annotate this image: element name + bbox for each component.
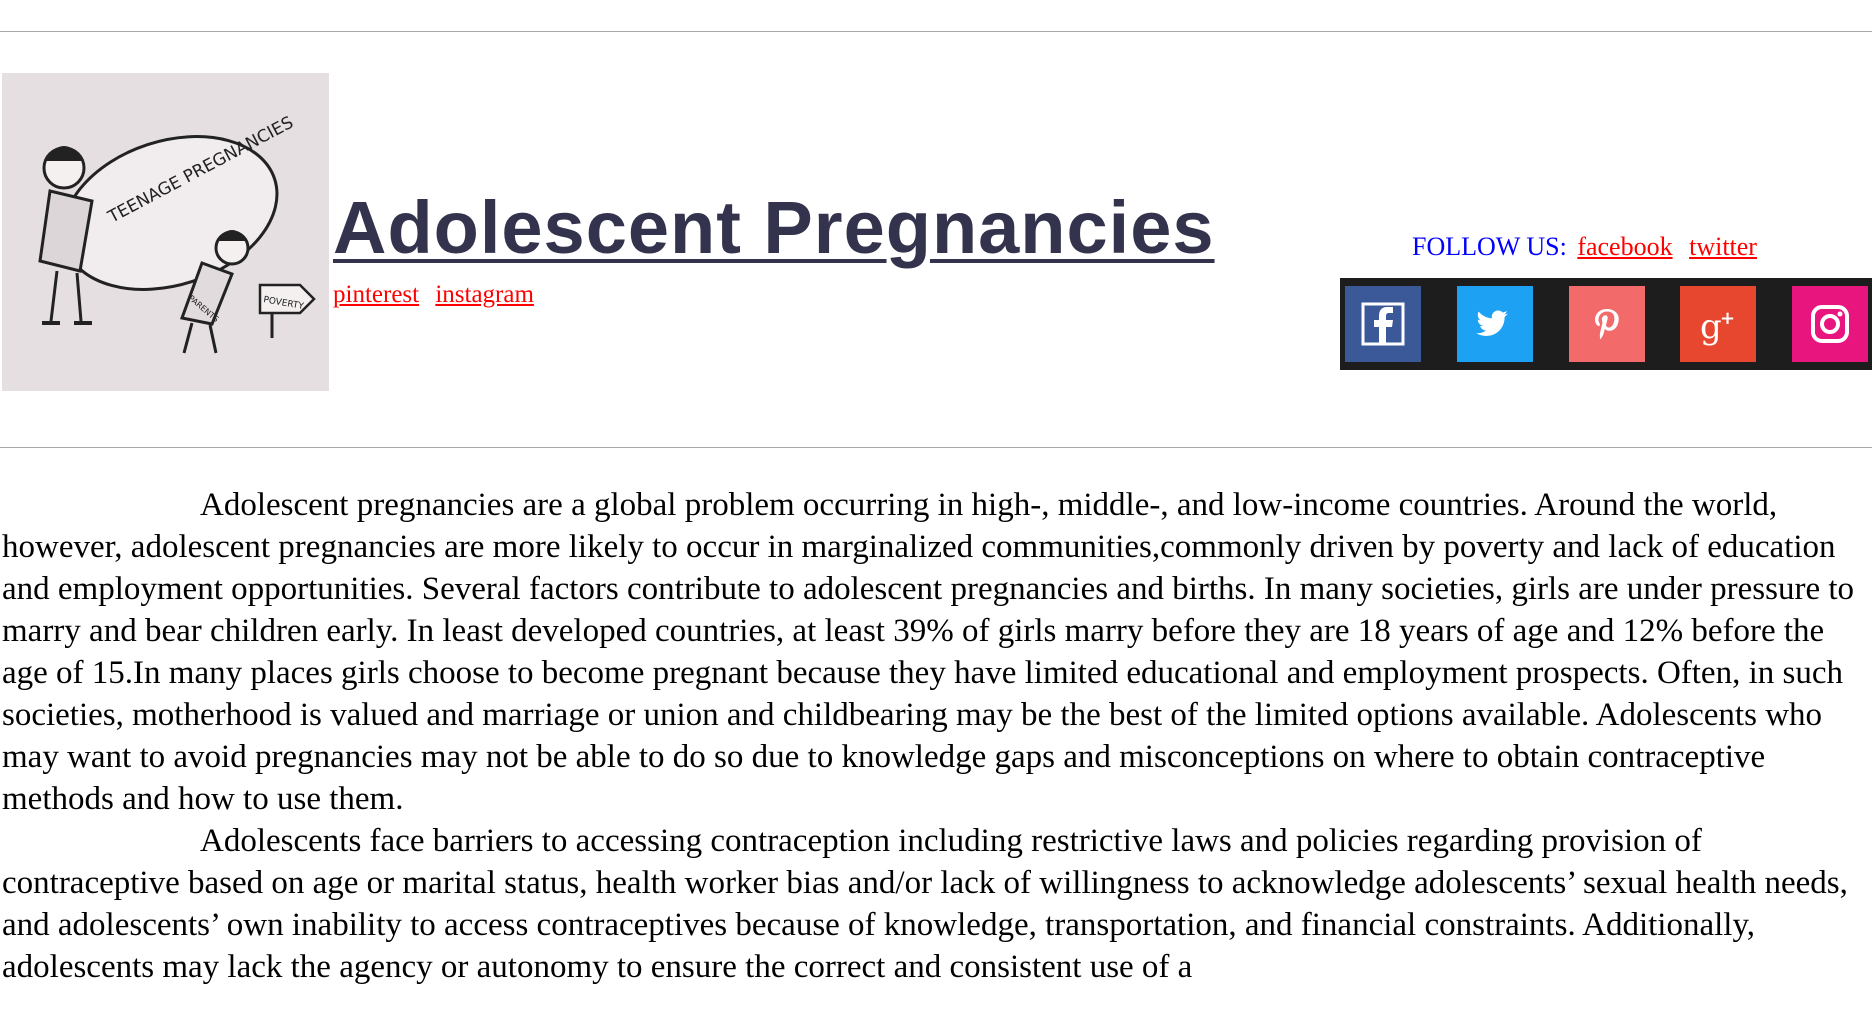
page-title[interactable]: Adolescent Pregnancies [333, 188, 1215, 268]
pinterest-icon[interactable] [1568, 286, 1645, 362]
instagram-icon[interactable] [1792, 286, 1868, 362]
header-divider [0, 447, 1872, 448]
top-divider [0, 31, 1872, 32]
svg-text:g: g [1700, 307, 1722, 347]
svg-text:+: + [1720, 308, 1735, 329]
twitter-link[interactable]: twitter [1689, 232, 1757, 261]
article-body: Adolescent pregnancies are a global prob… [2, 484, 1872, 988]
header-links: pinterest instagram [333, 280, 544, 310]
facebook-link[interactable]: facebook [1577, 232, 1672, 261]
google-plus-icon[interactable]: g + [1680, 286, 1757, 362]
follow-us-label: FOLLOW US: [1412, 232, 1567, 261]
twitter-icon[interactable] [1456, 286, 1533, 362]
article-paragraph-1: Adolescent pregnancies are a global prob… [2, 487, 1855, 817]
article-paragraph-2: Adolescents face barriers to accessing c… [2, 823, 1848, 985]
social-icons-bar: g + [1340, 278, 1872, 370]
teenage-pregnancies-illustration: TEENAGE PREGNANCIES PARENTS POVERTY [2, 73, 329, 391]
instagram-link[interactable]: instagram [435, 281, 534, 308]
pinterest-link[interactable]: pinterest [333, 281, 419, 308]
facebook-icon[interactable] [1345, 286, 1421, 362]
follow-us: FOLLOW US: facebook twitter [1412, 232, 1767, 262]
